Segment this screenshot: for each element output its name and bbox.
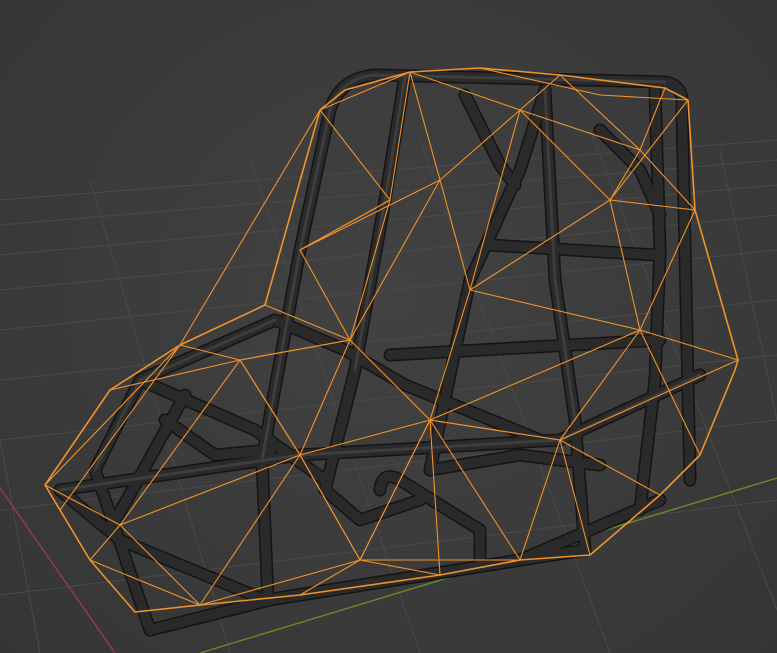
roll-cage-mesh[interactable] [53, 68, 707, 637]
viewport-canvas[interactable] [0, 0, 777, 653]
cage-tube-bodies [55, 70, 705, 635]
3d-viewport[interactable] [0, 0, 777, 653]
cage-tube-shadows [53, 68, 707, 637]
